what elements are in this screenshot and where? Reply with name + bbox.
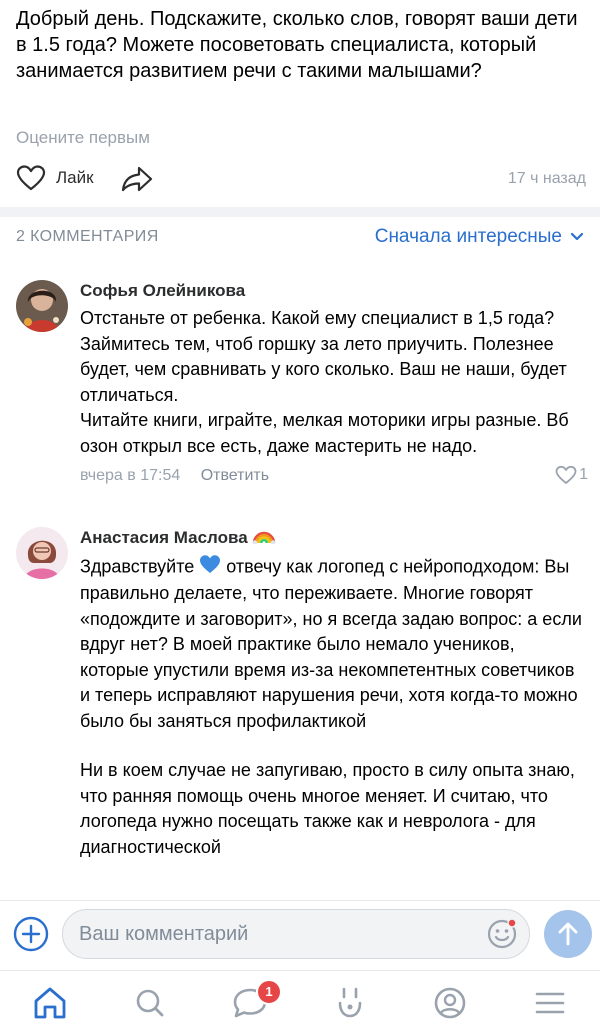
- share-arrow-icon: [121, 166, 153, 192]
- tab-menu[interactable]: [530, 985, 570, 1021]
- emoji-button[interactable]: [485, 917, 519, 951]
- avatar[interactable]: [16, 527, 68, 579]
- attach-button[interactable]: [12, 915, 50, 953]
- arrow-up-icon: [558, 922, 578, 946]
- comment-input-placeholder: Ваш комментарий: [79, 923, 249, 945]
- comment-like-button[interactable]: 1: [555, 465, 588, 485]
- tab-search[interactable]: [130, 985, 170, 1021]
- blue-heart-emoji: [199, 554, 221, 582]
- tab-messages[interactable]: 1: [230, 979, 282, 1021]
- like-label: Лайк: [56, 168, 94, 187]
- comment-time: вчера в 17:54: [80, 467, 181, 484]
- comment-text-part2: отвечу как логопед с нейроподходом: Вы п…: [80, 556, 582, 731]
- rate-first-link[interactable]: Оцените первым: [16, 128, 150, 148]
- comment-text-part1: Здравствуйте: [80, 556, 195, 577]
- comment-input[interactable]: Ваш комментарий: [62, 909, 530, 959]
- sort-label: Сначала интересные: [374, 226, 562, 247]
- like-button[interactable]: Лайк: [16, 164, 94, 192]
- comment-text: Здравствуйте отвечу как логопед с нейроп…: [80, 554, 588, 735]
- comments-count: 2 КОММЕНТАРИЯ: [16, 228, 159, 245]
- comment-author[interactable]: Анастасия Маслова: [80, 528, 248, 547]
- post-text: Добрый день. Подскажите, сколько слов, г…: [16, 8, 578, 82]
- search-icon: [136, 989, 164, 1017]
- bottom-tab-bar: 1: [0, 970, 600, 1036]
- section-divider: [0, 207, 600, 217]
- heart-icon: [16, 165, 46, 191]
- comment-like-count: 1: [579, 466, 588, 483]
- plus-icon: [13, 916, 49, 952]
- home-icon: [34, 987, 66, 1019]
- post-actions: Лайк 17 ч назад: [16, 162, 588, 198]
- share-button[interactable]: [120, 164, 154, 199]
- comments-sort-dropdown[interactable]: Сначала интересные: [375, 226, 584, 248]
- comment-author[interactable]: Софья Олейникова: [80, 280, 588, 302]
- tab-home[interactable]: [30, 985, 70, 1021]
- send-button[interactable]: [544, 910, 592, 958]
- clips-icon: [338, 987, 362, 1018]
- tab-profile[interactable]: [430, 985, 470, 1021]
- tab-clips[interactable]: [330, 985, 370, 1021]
- comment-text: Отстаньте от ребенка. Какой ему специали…: [80, 308, 569, 456]
- avatar[interactable]: [16, 280, 68, 332]
- heart-icon: [555, 465, 577, 484]
- chevron-down-icon: [570, 232, 584, 241]
- menu-icon: [535, 992, 565, 1014]
- messages-badge: 1: [256, 979, 282, 1005]
- rainbow-emoji: [252, 528, 276, 550]
- comment-text-paragraph: Ни в коем случае не запугиваю, просто в …: [80, 760, 575, 857]
- reply-button[interactable]: Ответить: [201, 467, 269, 484]
- post-time: 17 ч назад: [507, 170, 586, 187]
- comment-author-row: Анастасия Маслова: [80, 527, 588, 550]
- comment-composer: Ваш комментарий: [0, 900, 600, 971]
- profile-icon: [434, 987, 466, 1019]
- smile-icon: [487, 918, 517, 949]
